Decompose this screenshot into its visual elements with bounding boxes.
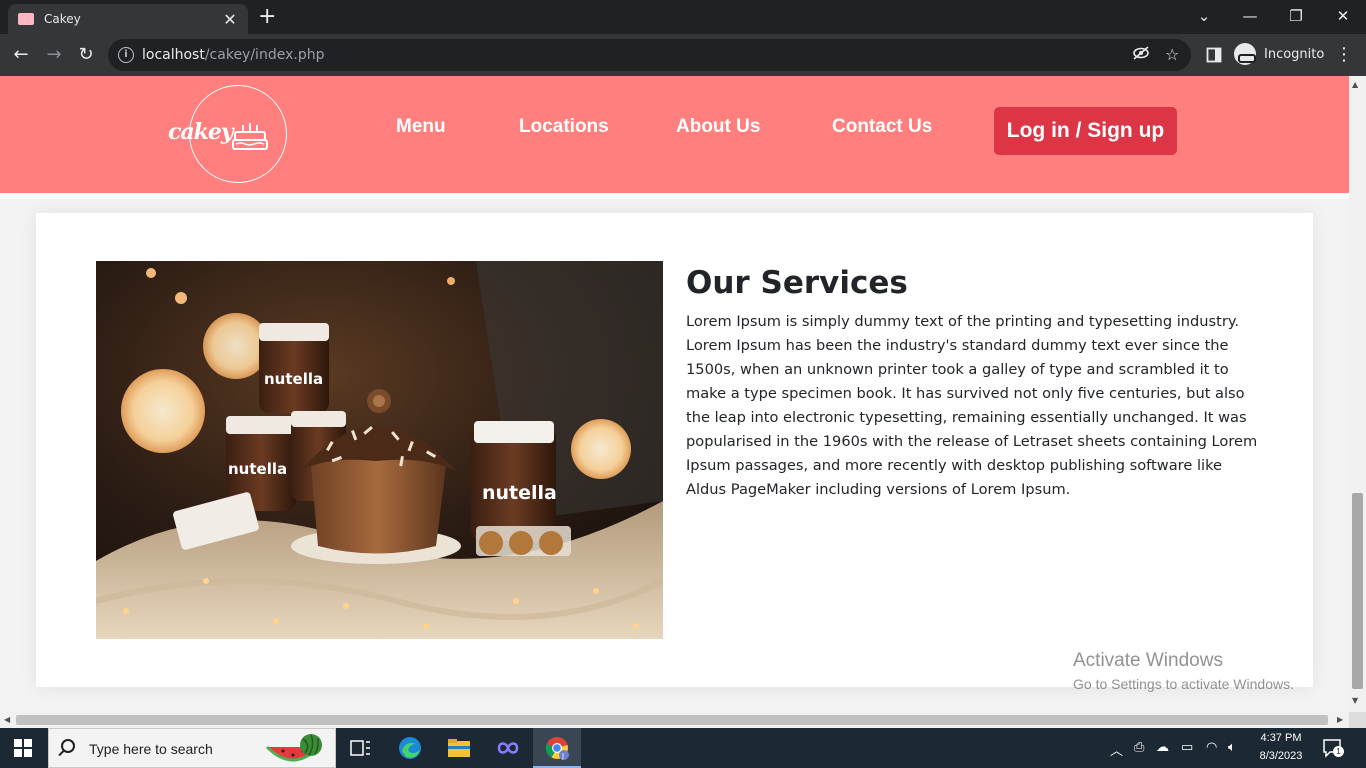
nav-contact-us-link[interactable]: Contact Us [832, 116, 932, 138]
tab-title: Cakey [44, 12, 81, 26]
windows-start-icon[interactable] [14, 739, 32, 757]
services-photo: nutella nutella nutella [96, 261, 663, 639]
services-card: nutella nutella nutella Our Services Lor… [36, 213, 1313, 687]
activation-title: Activate Windows [1073, 650, 1223, 671]
url-text[interactable]: localhost/cakey/index.php [142, 47, 324, 63]
search-icon [61, 739, 75, 753]
jar-label-back: nutella [264, 370, 323, 388]
address-bar[interactable]: i localhost/cakey/index.php ☆ [108, 39, 1191, 71]
taskbar-date[interactable]: 8/3/2023 [1254, 750, 1308, 762]
edge-browser-icon[interactable] [398, 736, 422, 760]
scroll-left-arrow-icon[interactable]: ◀ [4, 715, 10, 724]
login-signup-button[interactable]: Log in / Sign up [994, 107, 1177, 155]
watermelon-search-highlight-icon [265, 734, 322, 762]
scroll-down-arrow-icon[interactable]: ▼ [1352, 696, 1358, 705]
infinity-app-icon[interactable] [496, 736, 520, 760]
incognito-profile-button[interactable]: Incognito [1234, 43, 1324, 65]
site-info-icon[interactable]: i [118, 47, 134, 63]
jar-label-left: nutella [228, 460, 287, 478]
new-tab-button[interactable]: + [258, 6, 276, 28]
scroll-right-arrow-icon[interactable]: ▶ [1337, 715, 1343, 724]
site-header: cakey Menu Locations About Us Contact Us… [0, 76, 1349, 193]
nav-locations-link[interactable]: Locations [519, 116, 609, 138]
wifi-icon[interactable]: ◠ [1206, 740, 1217, 755]
task-view-icon[interactable] [348, 736, 372, 760]
activation-subtitle: Go to Settings to activate Windows. [1073, 676, 1294, 692]
cakey-logo[interactable]: cakey [168, 85, 287, 183]
notification-count-badge: 1 [1333, 746, 1344, 757]
back-arrow-icon[interactable]: ← [9, 43, 33, 67]
jar-label-right: nutella [482, 482, 557, 504]
scrollbar-corner [1349, 712, 1366, 728]
nutella-cake-image: nutella nutella nutella [96, 261, 663, 639]
taskbar-clock[interactable]: 4:37 PM [1254, 732, 1308, 744]
scroll-up-arrow-icon[interactable]: ▲ [1352, 80, 1358, 89]
side-panel-icon[interactable] [1202, 43, 1226, 67]
taskbar-search-placeholder: Type here to search [89, 741, 213, 757]
notification-center-button[interactable]: 1 [1322, 738, 1344, 758]
services-heading: Our Services [686, 265, 908, 301]
incognito-label: Incognito [1264, 46, 1325, 62]
close-window-button[interactable]: ✕ [1320, 4, 1366, 28]
tab-search-chevron-icon[interactable]: ⌄ [1181, 4, 1227, 28]
vertical-scrollbar[interactable]: ▲ ▼ [1349, 76, 1366, 712]
header-divider [0, 193, 1349, 199]
cake-favicon-icon [18, 13, 34, 25]
onedrive-cloud-icon[interactable]: ☁ [1156, 740, 1169, 755]
nav-menu-link[interactable]: Menu [396, 116, 446, 138]
chrome-taskbar-button[interactable]: J [533, 728, 581, 768]
bookmark-star-icon[interactable]: ☆ [1165, 45, 1179, 64]
tracking-blocked-eye-icon[interactable] [1132, 45, 1150, 65]
browser-toolbar: ← → ↻ i localhost/cakey/index.php ☆ Inco… [0, 34, 1366, 76]
volume-icon[interactable]: 🔈︎ [1228, 740, 1236, 755]
logo-text: cakey [168, 119, 234, 145]
file-explorer-icon[interactable] [447, 736, 471, 760]
forward-arrow-icon[interactable]: → [42, 43, 66, 67]
browser-tab-strip: Cakey ✕ + ⌄ — ❐ ✕ [0, 0, 1366, 34]
menu-kebab-icon[interactable]: ⋮ [1332, 43, 1356, 67]
show-hidden-icons-chevron-icon[interactable]: ︿ [1110, 740, 1123, 759]
incognito-icon [1234, 43, 1256, 65]
windows-taskbar: Type here to search J ︿ ⎙ ☁ ▭ ◠ 🔈︎ 4:37 … [0, 728, 1366, 768]
restore-button[interactable]: ❐ [1273, 4, 1319, 28]
vertical-scroll-thumb[interactable] [1352, 493, 1363, 689]
horizontal-scroll-thumb[interactable] [16, 715, 1328, 725]
meet-now-icon[interactable]: ⎙ [1134, 740, 1144, 755]
cake-logo-icon [232, 123, 268, 150]
close-tab-icon[interactable]: ✕ [222, 10, 238, 29]
taskbar-search-box[interactable]: Type here to search [48, 728, 336, 768]
nav-about-us-link[interactable]: About Us [676, 116, 760, 138]
browser-tab[interactable]: Cakey ✕ [8, 4, 248, 34]
battery-icon[interactable]: ▭ [1181, 740, 1193, 755]
horizontal-scrollbar[interactable]: ◀ ▶ [0, 712, 1349, 728]
chrome-icon: J [545, 737, 569, 760]
svg-text:J: J [561, 752, 564, 760]
services-description: Lorem Ipsum is simply dummy text of the … [686, 313, 1258, 498]
minimize-button[interactable]: — [1227, 4, 1273, 28]
page-viewport: cakey Menu Locations About Us Contact Us… [0, 76, 1349, 712]
reload-icon[interactable]: ↻ [74, 43, 98, 67]
windows-activation-watermark: Activate Windows Go to Settings to activ… [1073, 650, 1294, 692]
